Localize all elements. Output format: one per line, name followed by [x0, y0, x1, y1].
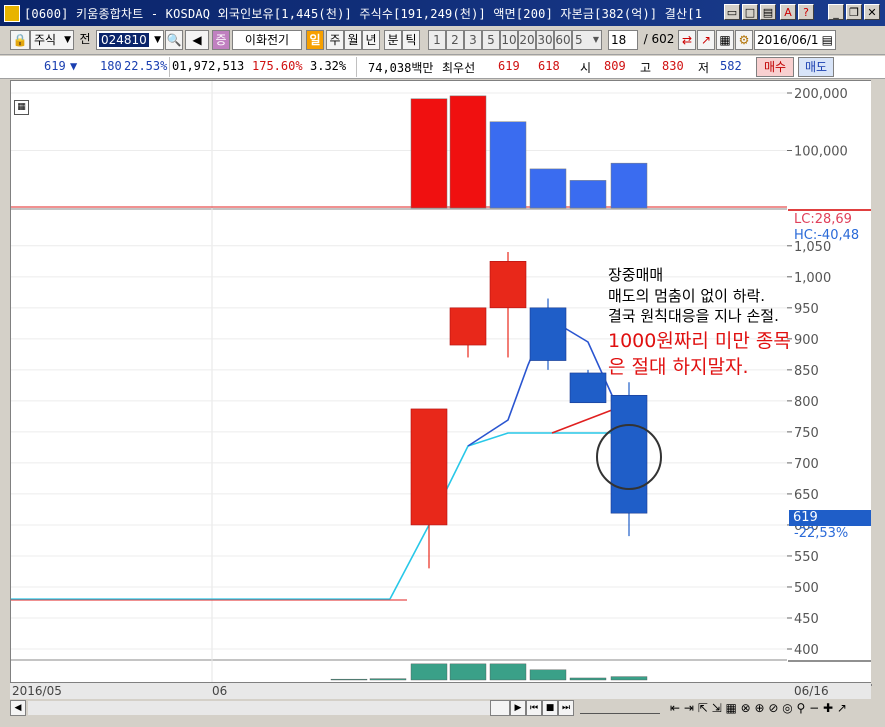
price-tick-label: 1,000	[794, 271, 831, 286]
date-label-jun: 06	[212, 684, 228, 698]
annotation-line2: 매도의 멈춤이 없이 하락.	[608, 287, 766, 305]
candle-body	[569, 372, 607, 404]
stop-icon[interactable]: ■	[542, 700, 558, 716]
volume-bar	[529, 168, 567, 209]
price-tick-label: 450	[794, 612, 819, 627]
candle-body	[410, 408, 448, 526]
scroll-thumb[interactable]	[490, 700, 510, 716]
lc-label: LC:28,69	[794, 212, 852, 227]
indicator-bar	[489, 663, 527, 681]
current-pct-label: -22,53%	[794, 526, 849, 541]
scroll-right-icon[interactable]: ▶	[510, 700, 526, 716]
date-axis: 2016/05 06 06/16	[10, 682, 871, 700]
price-tick-label: 500	[794, 581, 819, 596]
tool-icons[interactable]: ⇤ ⇥ ⇱ ⇲ ▦ ⊗ ⊕ ⊘ ◎ ⚲ − ✚ ↗	[670, 701, 847, 715]
annotation-red1: 1000원짜리 미만 종목	[608, 330, 791, 352]
volume-tick-label: 200,000	[794, 87, 848, 102]
indicator-bar	[610, 676, 648, 681]
hc-label: HC:-40,48	[794, 228, 860, 243]
indicator-bar	[449, 663, 487, 681]
price-tick-label: 850	[794, 364, 819, 379]
scale-separator	[788, 209, 871, 211]
annotation-red2: 은 절대 하지말자.	[608, 356, 749, 378]
zoom-slider[interactable]	[580, 703, 660, 714]
current-price-tag: 619	[789, 510, 871, 526]
volume-tick-label: 100,000	[794, 145, 848, 160]
volume-bar	[610, 162, 648, 209]
indicator-bar	[569, 677, 607, 681]
price-tick-label: 700	[794, 457, 819, 472]
indicator-bar	[529, 669, 567, 681]
candle-body	[489, 261, 527, 309]
price-tick-label: 650	[794, 488, 819, 503]
price-tick-label: 550	[794, 550, 819, 565]
window-bottom	[0, 719, 885, 727]
horizontal-scrolltrack[interactable]	[28, 701, 490, 715]
date-label-current: 06/16	[794, 684, 829, 698]
candle-body	[529, 307, 567, 361]
price-tick-label: 800	[794, 395, 819, 410]
date-label-may: 2016/05	[12, 684, 62, 698]
scroll-left-icon[interactable]: ◀	[10, 700, 26, 716]
first-icon[interactable]: ⏮	[526, 700, 542, 716]
indicator-bar	[369, 678, 407, 681]
volume-bar	[489, 121, 527, 209]
candlestick-chart[interactable]: 1,0501,000950900850800750700650600550500…	[0, 0, 885, 727]
annotation-line1: 장중매매	[608, 266, 664, 284]
price-tick-label: 400	[794, 643, 819, 658]
table-icon[interactable]: ▦	[14, 100, 29, 115]
last-icon[interactable]: ⏭	[558, 700, 574, 716]
indicator-bar	[410, 663, 448, 681]
annotation-line3: 결국 원칙대응을 지나 손절.	[608, 307, 779, 325]
candle-body	[449, 307, 487, 346]
scale-separator	[788, 660, 871, 662]
indicator-bar	[330, 678, 368, 681]
navigation-bar: ◀ ▶ ⏮ ■ ⏭ ⇤ ⇥ ⇱ ⇲ ▦ ⊗ ⊕ ⊘ ◎ ⚲ − ✚ ↗	[0, 699, 885, 719]
price-tick-label: 950	[794, 302, 819, 317]
price-tick-label: 750	[794, 426, 819, 441]
volume-bar	[449, 95, 487, 209]
candle-body	[610, 394, 648, 514]
volume-bar	[569, 180, 607, 209]
price-tick-label: 900	[794, 333, 819, 348]
volume-bar	[410, 98, 448, 209]
trend-line	[551, 409, 613, 434]
